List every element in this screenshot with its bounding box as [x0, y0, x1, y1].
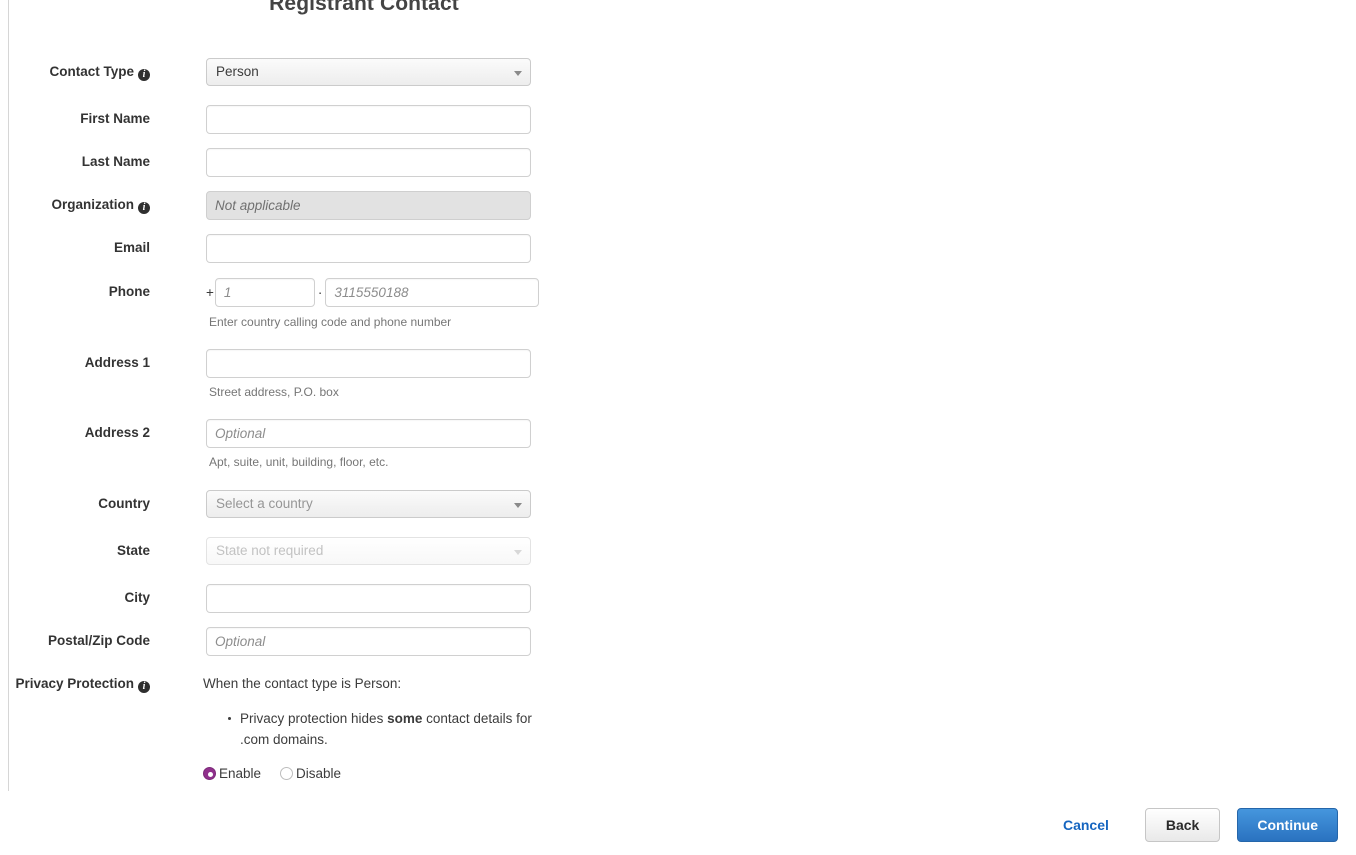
label-country: Country	[98, 496, 150, 511]
footer-actions: Cancel Back Continue	[1053, 808, 1338, 842]
city-input[interactable]	[206, 584, 531, 613]
privacy-bullet-emphasis: some	[387, 711, 423, 726]
address1-input[interactable]	[206, 349, 531, 378]
field-row-privacy-protection: Privacy Protection i When the contact typ…	[0, 670, 600, 790]
info-icon[interactable]: i	[138, 202, 150, 214]
phone-helper-text: Enter country calling code and phone num…	[209, 315, 452, 329]
first-name-input[interactable]	[206, 105, 531, 134]
chevron-down-icon	[514, 71, 522, 76]
radio-unselected-icon[interactable]	[280, 767, 294, 780]
privacy-intro-text: When the contact type is Person:	[203, 676, 402, 691]
label-first-name: First Name	[80, 111, 150, 126]
phone-plus-sign: +	[206, 285, 214, 300]
last-name-wrap	[206, 148, 531, 177]
privacy-radio-disable[interactable]: Disable	[280, 766, 341, 781]
info-icon[interactable]: i	[138, 69, 150, 81]
page-title: Registrant Contact	[269, 0, 459, 15]
organization-input	[206, 191, 531, 220]
phone-number-input[interactable]	[325, 278, 540, 307]
cancel-button[interactable]: Cancel	[1053, 811, 1119, 839]
registrant-contact-page: Registrant Contact Contact Type i Person …	[0, 0, 1356, 855]
address2-helper-text: Apt, suite, unit, building, floor, etc.	[209, 455, 389, 469]
label-address1: Address 1	[84, 355, 150, 370]
label-organization: Organization i	[0, 197, 150, 214]
chevron-down-icon	[514, 503, 522, 508]
privacy-bullet-prefix: Privacy protection hides	[240, 711, 388, 726]
first-name-wrap	[206, 105, 531, 134]
postal-code-input[interactable]	[206, 627, 531, 656]
footer-bar: Cancel Back Continue	[0, 795, 1356, 855]
state-select-wrap: State not required	[206, 537, 531, 565]
label-email: Email	[113, 240, 150, 255]
chevron-down-icon	[514, 550, 522, 555]
label-last-name: Last Name	[81, 154, 150, 169]
back-button[interactable]: Back	[1144, 808, 1221, 842]
last-name-input[interactable]	[206, 148, 531, 177]
label-postal-code: Postal/Zip Code	[47, 633, 150, 648]
address1-helper-text: Street address, P.O. box	[209, 385, 339, 399]
privacy-bullet-list: Privacy protection hides some contact de…	[222, 708, 552, 750]
postal-wrap	[206, 627, 531, 656]
contact-type-value: Person	[216, 64, 259, 79]
privacy-radio-group: Enable Disable	[203, 766, 341, 781]
label-contact-type-text: Contact Type	[49, 64, 134, 79]
phone-country-code-input[interactable]	[214, 278, 315, 307]
label-organization-text: Organization	[51, 197, 134, 212]
country-select[interactable]: Select a country	[206, 490, 531, 518]
country-select-value: Select a country	[216, 496, 313, 511]
list-item: Privacy protection hides some contact de…	[228, 708, 552, 750]
organization-wrap	[206, 191, 531, 220]
phone-group: + ·	[206, 278, 540, 307]
label-privacy-protection: Privacy Protection i	[0, 676, 150, 693]
label-phone: Phone	[108, 284, 150, 299]
radio-selected-icon[interactable]	[203, 767, 216, 780]
contact-type-select[interactable]: Person	[206, 58, 531, 86]
state-select-value: State not required	[216, 543, 324, 558]
label-state: State	[116, 543, 150, 558]
info-icon[interactable]: i	[138, 681, 150, 693]
city-wrap	[206, 584, 531, 613]
label-privacy-protection-text: Privacy Protection	[15, 676, 134, 691]
privacy-radio-enable[interactable]: Enable	[203, 766, 261, 781]
email-wrap	[206, 234, 531, 263]
country-select-wrap: Select a country	[206, 490, 531, 518]
contact-type-select-wrap: Person	[206, 58, 531, 86]
continue-button[interactable]: Continue	[1237, 808, 1338, 842]
label-address2: Address 2	[84, 425, 150, 440]
address2-wrap	[206, 419, 531, 448]
address2-input[interactable]	[206, 419, 531, 448]
phone-separator: ·	[317, 285, 323, 300]
label-city: City	[124, 590, 150, 605]
state-select: State not required	[206, 537, 531, 565]
label-contact-type: Contact Type i	[0, 64, 150, 81]
email-field[interactable]	[206, 234, 531, 263]
privacy-radio-enable-label: Enable	[219, 766, 262, 781]
privacy-radio-disable-label: Disable	[296, 766, 342, 781]
address1-wrap	[206, 349, 531, 378]
